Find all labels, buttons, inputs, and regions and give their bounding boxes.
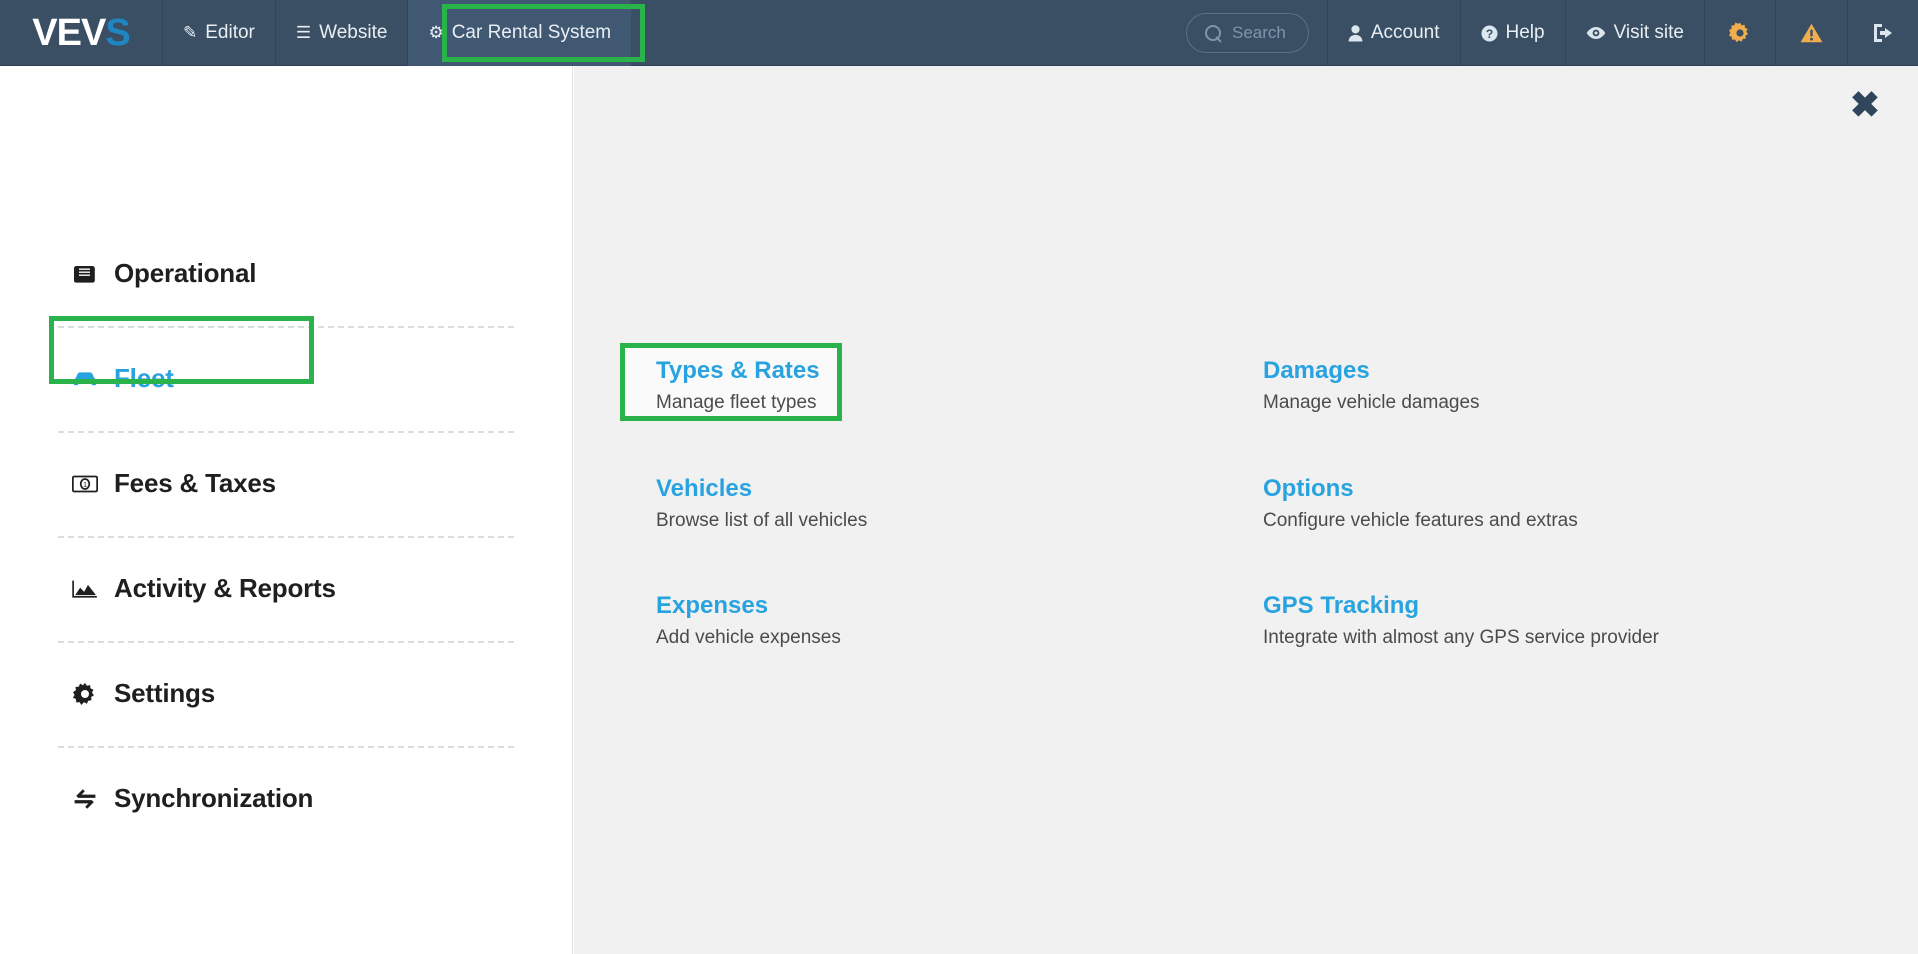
link-vehicles-desc: Browse list of all vehicles — [656, 509, 868, 531]
fleet-links-grid: Types & Rates Manage fleet types Vehicle… — [574, 66, 1918, 954]
car-icon — [72, 369, 98, 389]
sidebar-item-settings[interactable]: Settings — [0, 641, 572, 746]
sidebar-item-operational[interactable]: Operational — [0, 221, 572, 326]
sidebar-item-fleet-label: Fleet — [114, 363, 174, 393]
svg-text:1: 1 — [83, 480, 87, 489]
nav-item-settings[interactable] — [1704, 0, 1775, 66]
link-gps-tracking[interactable]: GPS Tracking — [1263, 591, 1419, 621]
nav-item-car-rental-system-label: Car Rental System — [451, 22, 612, 43]
link-block-expenses: Expenses Add vehicle expenses — [656, 591, 1216, 651]
nav-item-website[interactable]: ☰ Website — [274, 0, 408, 66]
secondary-nav-group: Search Account ? Help Visit site — [1185, 0, 1918, 66]
left-sidebar-menu: Operational Fleet 1 Fees & Taxes Activit… — [0, 66, 573, 954]
logout-icon — [1872, 23, 1894, 43]
link-options-desc: Configure vehicle features and extras — [1263, 509, 1578, 531]
link-block-types-rates: Types & Rates Manage fleet types — [656, 356, 1216, 416]
link-types-rates-desc: Manage fleet types — [656, 392, 817, 413]
sidebar-item-fees-taxes[interactable]: 1 Fees & Taxes — [0, 431, 572, 536]
link-expenses[interactable]: Expenses — [656, 591, 768, 621]
link-expenses-desc: Add vehicle expenses — [656, 627, 841, 649]
link-block-vehicles: Vehicles Browse list of all vehicles — [656, 474, 1216, 534]
pencil-icon: ✎ — [183, 23, 198, 42]
gear-icon — [72, 682, 98, 706]
nav-item-warnings[interactable] — [1775, 0, 1847, 66]
logo-text: VEVS — [32, 12, 130, 54]
book-icon — [72, 264, 98, 284]
search-input[interactable]: Search — [1185, 13, 1309, 53]
svg-text:?: ? — [1485, 26, 1492, 40]
sidebar-item-fleet[interactable]: Fleet — [0, 326, 572, 431]
link-damages[interactable]: Damages — [1263, 356, 1370, 386]
top-navigation-bar: VEVS ✎ Editor ☰ Website ⚙ Car Rental Sys… — [0, 0, 1918, 66]
link-block-options: Options Configure vehicle features and e… — [1263, 474, 1823, 534]
nav-item-editor[interactable]: ✎ Editor — [162, 0, 275, 66]
eye-icon — [1586, 26, 1606, 40]
nav-item-account[interactable]: Account — [1326, 0, 1460, 66]
search-placeholder: Search — [1231, 23, 1286, 42]
nav-item-account-label: Account — [1370, 22, 1440, 43]
gear-icon: ⚙ — [428, 23, 444, 42]
vevs-logo[interactable]: VEVS — [0, 0, 162, 66]
fleet-links-right-column: Damages Manage vehicle damages Options C… — [1263, 356, 1823, 709]
nav-item-help[interactable]: ? Help — [1459, 0, 1565, 66]
logo-text-main: VEV — [32, 12, 106, 54]
close-icon[interactable]: ✖ — [1844, 84, 1886, 126]
chart-area-icon — [72, 579, 98, 599]
link-vehicles[interactable]: Vehicles — [656, 474, 752, 504]
warning-triangle-icon — [1800, 23, 1823, 43]
link-types-rates[interactable]: Types & Rates — [656, 356, 820, 386]
sidebar-item-synchronization-label: Synchronization — [114, 783, 314, 813]
sidebar-item-synchronization[interactable]: Synchronization — [0, 746, 572, 851]
nav-item-visit-site-label: Visit site — [1613, 22, 1684, 43]
nav-item-visit-site[interactable]: Visit site — [1564, 0, 1704, 66]
sidebar-item-fees-taxes-label: Fees & Taxes — [114, 468, 276, 498]
question-circle-icon: ? — [1481, 25, 1498, 42]
link-options[interactable]: Options — [1263, 474, 1354, 504]
link-gps-tracking-desc: Integrate with almost any GPS service pr… — [1263, 627, 1660, 649]
fleet-links-left-column: Types & Rates Manage fleet types Vehicle… — [656, 356, 1216, 709]
sidebar-item-activity-reports[interactable]: Activity & Reports — [0, 536, 572, 641]
nav-item-help-label: Help — [1505, 22, 1545, 43]
link-damages-desc: Manage vehicle damages — [1263, 392, 1480, 413]
sidebar-item-settings-label: Settings — [114, 678, 215, 708]
nav-item-editor-label: Editor — [205, 22, 255, 43]
primary-nav-group: ✎ Editor ☰ Website ⚙ Car Rental System — [162, 0, 632, 66]
main-content-panel: ✖ Types & Rates Manage fleet types Vehic… — [574, 66, 1918, 954]
user-icon — [1348, 24, 1363, 42]
list-icon: ☰ — [295, 23, 312, 42]
sidebar-item-activity-reports-label: Activity & Reports — [114, 573, 336, 603]
nav-item-car-rental-system[interactable]: ⚙ Car Rental System — [407, 0, 632, 66]
search-icon — [1204, 24, 1222, 42]
nav-item-logout[interactable] — [1847, 0, 1918, 66]
link-block-gps-tracking: GPS Tracking Integrate with almost any G… — [1263, 591, 1823, 651]
nav-item-website-label: Website — [319, 22, 388, 43]
logo-text-accent: S — [105, 12, 130, 54]
sidebar-item-operational-label: Operational — [114, 258, 257, 288]
money-icon: 1 — [72, 475, 98, 493]
link-block-damages: Damages Manage vehicle damages — [1263, 356, 1823, 416]
refresh-icon — [72, 788, 98, 810]
settings-gear-icon — [1729, 22, 1751, 44]
